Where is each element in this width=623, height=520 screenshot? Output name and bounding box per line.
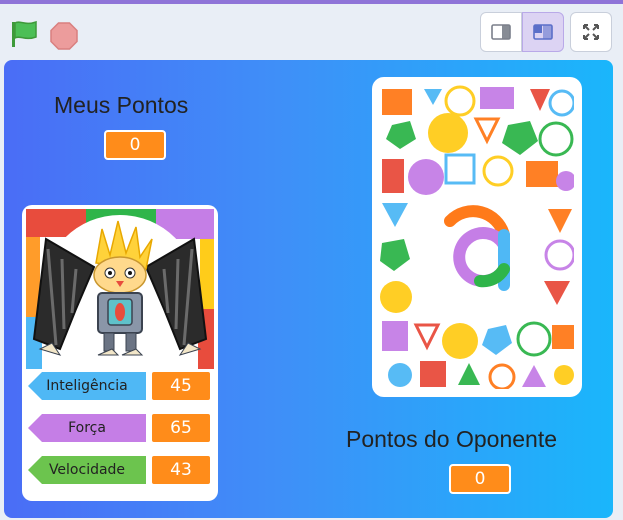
- large-stage-button[interactable]: [522, 12, 564, 52]
- small-stage-button[interactable]: [480, 12, 522, 52]
- stat-row-forca: Força 65: [28, 412, 212, 444]
- stage[interactable]: Meus Pontos 0 Inteligência 45 Força 65 V…: [4, 60, 613, 518]
- stat-value: 65: [150, 412, 212, 444]
- opponent-score-label: Pontos do Oponente: [346, 426, 557, 452]
- fullscreen-icon: [583, 24, 599, 40]
- stage-toolbar: [0, 4, 623, 58]
- character-card[interactable]: Inteligência 45 Força 65 Velocidade 43: [22, 205, 218, 501]
- green-flag-icon[interactable]: [8, 19, 40, 49]
- stop-icon[interactable]: [50, 22, 78, 50]
- stat-value: 45: [150, 370, 212, 402]
- stat-value: 43: [150, 454, 212, 486]
- character-illustration: [26, 209, 214, 369]
- small-stage-icon: [491, 24, 511, 40]
- stat-row-inteligencia: Inteligência 45: [28, 370, 212, 402]
- stat-row-velocidade: Velocidade 43: [28, 454, 212, 486]
- my-score-label: Meus Pontos: [54, 92, 189, 118]
- fullscreen-button[interactable]: [570, 12, 612, 52]
- opponent-card-back: [380, 85, 574, 389]
- opponent-card[interactable]: [372, 77, 582, 397]
- stat-label: Inteligência: [28, 372, 146, 400]
- stat-label: Força: [28, 414, 146, 442]
- stat-label: Velocidade: [28, 456, 146, 484]
- opponent-score-value: 0: [449, 464, 511, 494]
- my-score-value: 0: [104, 130, 166, 160]
- large-stage-icon: [533, 24, 553, 40]
